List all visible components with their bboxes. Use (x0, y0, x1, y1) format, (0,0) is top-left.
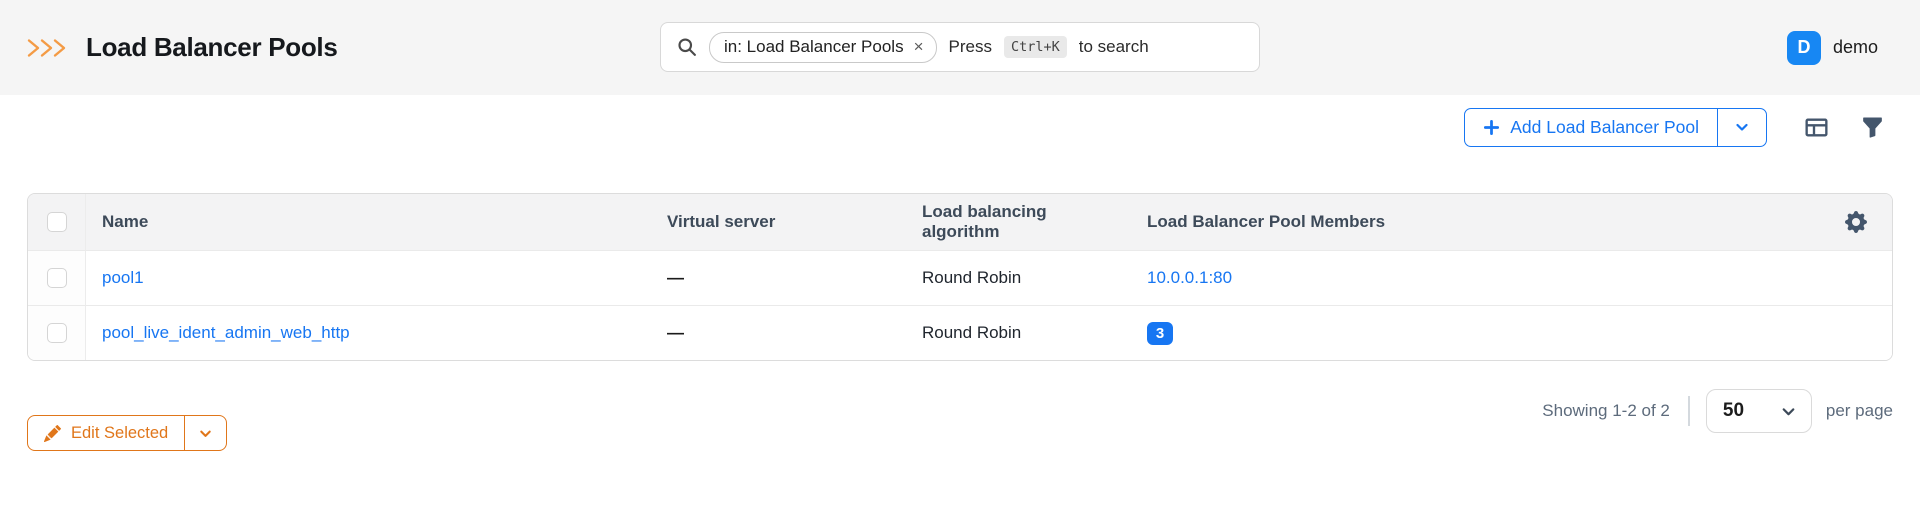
members-count-badge[interactable]: 3 (1147, 322, 1173, 345)
username: demo (1833, 37, 1878, 58)
global-search-input[interactable]: in: Load Balancer Pools × Press Ctrl+K t… (660, 22, 1260, 72)
pool-name-link[interactable]: pool_live_ident_admin_web_http (102, 323, 350, 342)
select-all-checkbox[interactable] (47, 212, 67, 232)
search-icon (677, 37, 697, 57)
search-kbd-shortcut: Ctrl+K (1004, 36, 1067, 58)
plus-icon (1483, 119, 1500, 136)
table-footer: Edit Selected Showing 1-2 of 2 50 p (27, 389, 1893, 451)
per-page-label: per page (1826, 401, 1893, 421)
virtual-server-value: — (667, 268, 684, 287)
table-row: pool_live_ident_admin_web_http — Round R… (28, 305, 1892, 360)
table-icon (1804, 115, 1829, 140)
pagination: Showing 1-2 of 2 50 per page (1542, 389, 1893, 433)
toolbar: Add Load Balancer Pool (27, 107, 1893, 147)
edit-selected-label: Edit Selected (71, 424, 168, 443)
pools-table: Name Virtual server Load balancing algor… (28, 194, 1892, 360)
showing-count: Showing 1-2 of 2 (1542, 401, 1670, 421)
brand: Load Balancer Pools (26, 32, 337, 63)
column-header-virtual-server[interactable]: Virtual server (651, 194, 906, 250)
search-scope-label: in: Load Balancer Pools (724, 37, 904, 57)
row-checkbox[interactable] (47, 268, 67, 288)
column-header-algorithm[interactable]: Load balancing algorithm (906, 194, 1131, 250)
search-scope-chip[interactable]: in: Load Balancer Pools × (709, 32, 937, 63)
page: Load Balancer Pools in: Load Balancer Po… (0, 0, 1920, 525)
table-header-row: Name Virtual server Load balancing algor… (28, 194, 1892, 250)
app-logo-icon (26, 37, 70, 59)
virtual-server-value: — (667, 323, 684, 342)
add-pool-button-group: Add Load Balancer Pool (1464, 108, 1767, 147)
search-hint-suffix: to search (1079, 37, 1149, 57)
chip-close-icon[interactable]: × (914, 38, 924, 55)
chevron-down-icon (1780, 403, 1797, 420)
table-row: pool1 — Round Robin 10.0.0.1:80 (28, 250, 1892, 305)
page-title: Load Balancer Pools (86, 32, 337, 63)
edit-selected-button-group: Edit Selected (27, 415, 227, 451)
per-page-select[interactable]: 50 (1706, 389, 1812, 433)
chevron-down-icon (198, 426, 213, 441)
top-header: Load Balancer Pools in: Load Balancer Po… (0, 0, 1920, 95)
algorithm-value: Round Robin (922, 268, 1021, 287)
algorithm-value: Round Robin (922, 323, 1021, 342)
gear-icon (1845, 211, 1867, 233)
table-settings-button[interactable] (1842, 208, 1870, 236)
filter-button[interactable] (1851, 107, 1893, 147)
pool-members-link[interactable]: 10.0.0.1:80 (1147, 268, 1232, 287)
column-header-name[interactable]: Name (86, 194, 651, 250)
add-load-balancer-pool-button[interactable]: Add Load Balancer Pool (1465, 109, 1717, 146)
add-pool-dropdown-toggle[interactable] (1717, 109, 1766, 146)
avatar[interactable]: D (1787, 31, 1821, 65)
user-menu[interactable]: D demo (1787, 0, 1878, 95)
main-content: Add Load Balancer Pool (0, 107, 1920, 451)
filter-icon (1861, 116, 1884, 139)
column-header-members[interactable]: Load Balancer Pool Members (1131, 194, 1822, 250)
chevron-down-icon (1734, 119, 1750, 135)
pool-name-link[interactable]: pool1 (102, 268, 144, 287)
add-pool-button-label: Add Load Balancer Pool (1510, 117, 1699, 138)
per-page-value: 50 (1723, 400, 1744, 422)
row-checkbox[interactable] (47, 323, 67, 343)
edit-selected-dropdown-toggle[interactable] (184, 416, 226, 450)
pencil-icon (44, 425, 61, 442)
search-hint-press: Press (949, 37, 992, 57)
pagination-divider (1688, 396, 1690, 426)
pools-table-card: Name Virtual server Load balancing algor… (27, 193, 1893, 361)
edit-selected-button[interactable]: Edit Selected (28, 416, 184, 450)
configure-columns-button[interactable] (1795, 107, 1837, 147)
